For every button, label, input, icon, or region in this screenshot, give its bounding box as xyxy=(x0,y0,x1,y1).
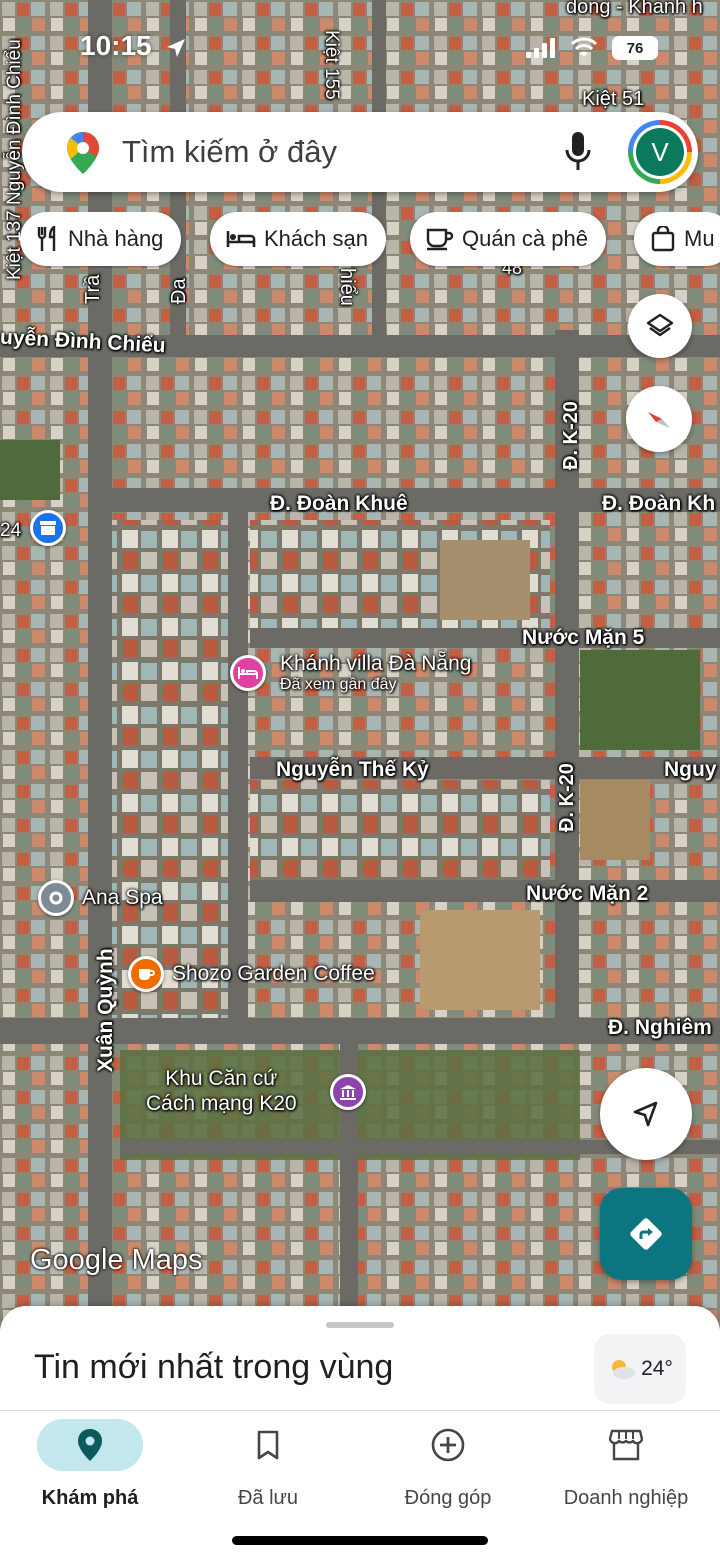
street-label: Nguyễn Thế Kỷ xyxy=(276,758,429,781)
chip-label: Khách sạn xyxy=(264,226,368,251)
navigation-arrow-icon xyxy=(633,1101,658,1127)
weather-badge[interactable]: 24° xyxy=(594,1334,686,1404)
storefront-icon xyxy=(609,1429,643,1461)
nav-label: Đã lưu xyxy=(237,1487,299,1509)
bottom-sheet[interactable]: Tin mới nhất trong vùng 24° xyxy=(0,1306,720,1416)
poi-name: Ana Spa xyxy=(82,885,163,909)
nav-contribute[interactable]: Đóng góp xyxy=(358,1419,538,1510)
search-bar[interactable]: Tìm kiếm ở đây V xyxy=(22,112,698,192)
sheet-drag-handle[interactable] xyxy=(326,1322,394,1328)
compass-icon xyxy=(648,412,670,428)
street-label: Đ. Đoàn Khuê xyxy=(270,492,408,515)
account-avatar[interactable]: V xyxy=(628,120,692,184)
sheet-title: Tin mới nhất trong vùng xyxy=(34,1348,394,1386)
explore-pin-icon xyxy=(78,1429,102,1461)
museum-icon xyxy=(330,1074,366,1110)
coffee-cup-icon xyxy=(128,956,164,992)
poi-ana-spa[interactable]: Ana Spa xyxy=(38,880,163,916)
store-icon xyxy=(30,510,66,546)
location-arrow-icon xyxy=(167,39,185,57)
street-label: Nước Mặn 5 xyxy=(522,626,645,649)
layers-button[interactable] xyxy=(628,294,692,358)
battery-indicator: 76 xyxy=(612,36,658,60)
chip-shopping[interactable]: Mu xyxy=(634,212,720,266)
signal-icon xyxy=(526,38,555,58)
chip-label: Mu xyxy=(684,226,715,251)
microphone-icon[interactable] xyxy=(562,130,594,174)
layers-icon xyxy=(646,313,674,337)
bookmark-icon xyxy=(257,1430,279,1460)
bed-icon xyxy=(226,231,256,247)
chip-label: Nhà hàng xyxy=(68,226,164,251)
nav-saved[interactable]: Đã lưu xyxy=(178,1419,358,1510)
poi-name-line1: Khu Căn cứ xyxy=(165,1067,278,1090)
street-label: Nước Mặn 2 xyxy=(526,882,649,905)
status-time: 10:15 xyxy=(80,30,152,61)
google-maps-logo-icon xyxy=(67,132,99,174)
avatar-letter: V xyxy=(636,128,684,176)
category-chips: Nhà hàng Khách sạn Quán cà phê Mu xyxy=(20,212,720,268)
street-label: Đ. K-20 xyxy=(556,763,578,832)
chip-cafes[interactable]: Quán cà phê xyxy=(410,212,606,266)
street-label: hiểu xyxy=(336,268,358,306)
fork-knife-icon xyxy=(37,226,56,251)
compass-button[interactable] xyxy=(626,386,692,452)
location-pin-icon xyxy=(38,880,74,916)
poi-name: Khánh villa Đà Nẵng xyxy=(280,652,472,675)
search-input[interactable]: Tìm kiếm ở đây xyxy=(122,134,337,170)
street-label: Đ. Đoàn Kh xyxy=(602,492,716,515)
add-circle-icon xyxy=(431,1428,465,1462)
shop-poi[interactable] xyxy=(30,510,66,546)
coffee-cup-icon xyxy=(426,228,454,251)
poi-khu-can-cu[interactable]: Khu Căn cứ Cách mạng K20 xyxy=(146,1066,297,1116)
museum-poi[interactable] xyxy=(330,1074,366,1110)
shopping-bag-icon xyxy=(651,226,675,252)
temperature: 24° xyxy=(641,1357,673,1380)
poi-recently-viewed: Đã xem gần đây xyxy=(280,676,397,694)
poi-name: Shozo Garden Coffee xyxy=(172,961,375,985)
street-label: Xuân Quỳnh xyxy=(94,948,117,1072)
street-label: Nguy xyxy=(664,758,717,781)
street-label: Trầ xyxy=(82,274,104,304)
street-label: 24 xyxy=(0,520,22,541)
bed-icon xyxy=(230,655,266,692)
map-view[interactable]: Kiệt 137 Nguyễn Đình Chiểu Kiệt 155 Kiệt… xyxy=(0,0,720,1330)
partly-cloudy-icon xyxy=(612,1360,636,1379)
chip-hotels[interactable]: Khách sạn xyxy=(210,212,386,266)
poi-khanh-villa[interactable]: Khánh villa Đà Nẵng Đã xem gần đây xyxy=(230,652,471,695)
status-bar: 10:15 76 xyxy=(0,0,720,100)
nav-label: Khám phá xyxy=(41,1487,139,1509)
google-maps-watermark: Google Maps xyxy=(30,1244,203,1276)
my-location-button[interactable] xyxy=(600,1068,692,1160)
street-label: Đ. K-20 xyxy=(560,401,582,470)
nav-label: Đóng góp xyxy=(404,1487,492,1509)
chip-label: Quán cà phê xyxy=(462,226,588,251)
street-label: Đ. Nghiêm xyxy=(608,1016,712,1039)
wifi-icon xyxy=(570,37,598,57)
directions-icon xyxy=(630,1218,662,1250)
chip-restaurants[interactable]: Nhà hàng xyxy=(20,212,182,266)
directions-button[interactable] xyxy=(600,1188,692,1280)
poi-name-line2: Cách mạng K20 xyxy=(146,1092,297,1116)
home-indicator[interactable] xyxy=(232,1536,488,1545)
poi-shozo-coffee[interactable]: Shozo Garden Coffee xyxy=(128,956,375,992)
street-label: Đa xyxy=(168,278,190,304)
nav-business[interactable]: Doanh nghiệp xyxy=(536,1419,716,1510)
nav-explore[interactable]: Khám phá xyxy=(0,1419,180,1510)
nav-label: Doanh nghiệp xyxy=(563,1487,689,1509)
